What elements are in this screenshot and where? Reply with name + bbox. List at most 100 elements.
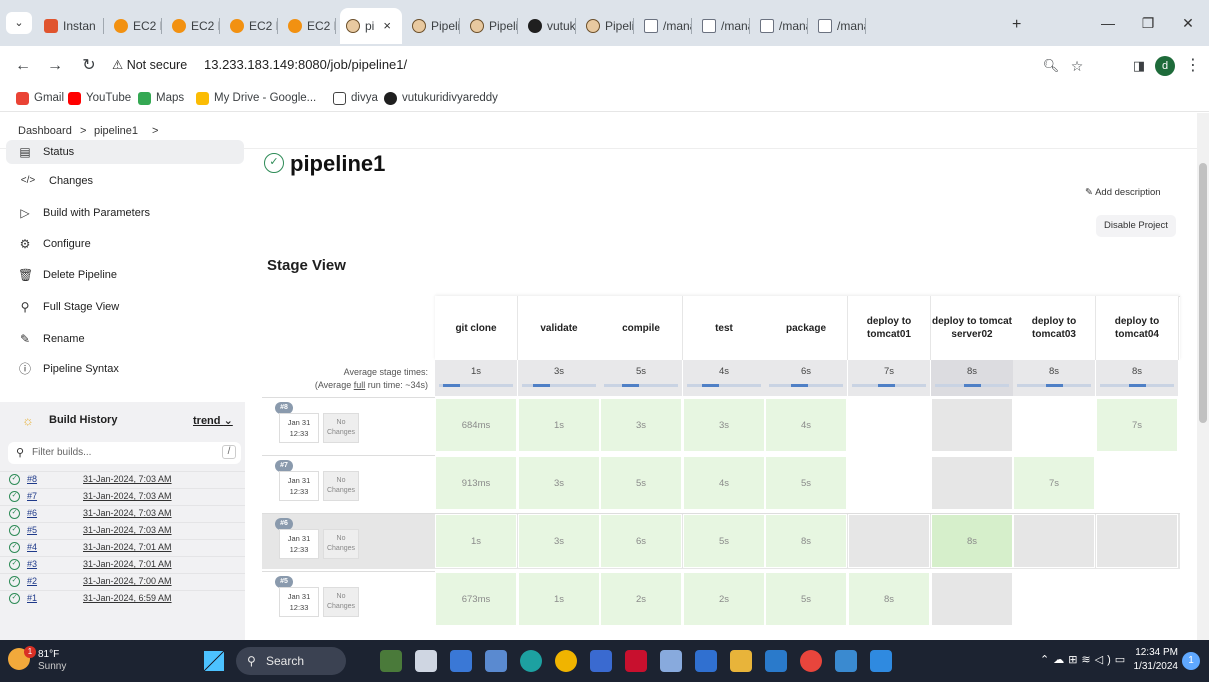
stage-cell-success[interactable]: 913ms xyxy=(435,456,517,510)
clock[interactable]: 12:34 PM 1/31/2024 xyxy=(1126,646,1179,674)
sidebar-item-configure[interactable]: ⚙ Configure xyxy=(18,233,91,255)
reload-button[interactable]: ↻ xyxy=(78,55,100,77)
bookmark-youtube[interactable]: YouTube xyxy=(68,88,131,108)
stage-cell-success[interactable]: 7s xyxy=(1013,456,1095,510)
stage-cell-success[interactable]: 3s xyxy=(518,456,600,510)
sidebar-item-pipeline-syntax[interactable]: ⓘ Pipeline Syntax xyxy=(18,358,119,380)
sidebar-item-full-stage-view[interactable]: ⚲ Full Stage View xyxy=(18,296,120,318)
browser-tab[interactable]: Pipeli xyxy=(580,8,634,44)
network-icon[interactable] xyxy=(590,650,612,672)
build-number-link[interactable]: #2 xyxy=(27,576,37,586)
bookmark-vutukuridivyareddy[interactable]: vutukuridivyareddy xyxy=(384,88,498,108)
weather-widget[interactable]: 81°F Sunny xyxy=(38,649,66,673)
stage-cell-success[interactable]: 1s xyxy=(518,572,600,626)
address-bar[interactable]: ⚠ Not secure 13.233.183.149:8080/job/pip… xyxy=(112,51,1090,79)
page-scrollbar[interactable] xyxy=(1197,113,1209,640)
edge-icon[interactable] xyxy=(520,650,542,672)
stage-cell-success[interactable]: 6s xyxy=(600,514,682,568)
browser-tab[interactable]: Pipeli xyxy=(406,8,460,44)
add-description-link[interactable]: ✎ Add description xyxy=(1085,187,1161,198)
build-date-link[interactable]: 31-Jan-2024, 7:03 AM xyxy=(83,491,172,501)
build-number-link[interactable]: #7 xyxy=(27,491,37,501)
breadcrumb-pipeline1[interactable]: pipeline1 xyxy=(94,125,138,137)
new-tab-button[interactable]: + xyxy=(1012,16,1021,34)
build-number-link[interactable]: #8 xyxy=(27,474,37,484)
mobaxterm-icon[interactable] xyxy=(765,650,787,672)
stage-cell-success[interactable]: 8s xyxy=(931,514,1013,568)
forward-button[interactable]: → xyxy=(44,55,66,77)
sidebar-item-delete-pipeline[interactable]: 🗑︎ Delete Pipeline xyxy=(18,264,117,286)
stage-cell-success[interactable]: 684ms xyxy=(435,398,517,452)
landscape-widget-icon[interactable] xyxy=(380,650,402,672)
build-date-link[interactable]: 31-Jan-2024, 6:59 AM xyxy=(83,593,172,603)
disable-project-button[interactable]: Disable Project xyxy=(1096,215,1176,237)
trend-link[interactable]: trend ⌄ xyxy=(193,414,233,427)
build-run-row[interactable]: #8 Jan 31 12:33 No Changes xyxy=(262,397,435,453)
notification-center[interactable]: 1 xyxy=(1182,652,1200,670)
browser-tab[interactable]: /mana xyxy=(638,8,692,44)
browser-tab[interactable]: EC2 Ir xyxy=(166,8,220,44)
build-date-link[interactable]: 31-Jan-2024, 7:03 AM xyxy=(83,508,172,518)
sidebar-item-build-with-parameters[interactable]: ▷ Build with Parameters xyxy=(18,202,150,224)
store-icon[interactable] xyxy=(695,650,717,672)
vscode-icon[interactable] xyxy=(870,650,892,672)
filter-builds-input[interactable]: ⚲ Filter builds... / xyxy=(8,442,241,464)
build-history-row[interactable]: ✓ #3 31-Jan-2024, 7:01 AM xyxy=(0,556,245,573)
chrome-canary-icon[interactable] xyxy=(555,650,577,672)
browser-tab[interactable]: Pipeli xyxy=(464,8,518,44)
browser-tab[interactable]: vutuk xyxy=(522,8,576,44)
build-history-row[interactable]: ✓ #7 31-Jan-2024, 7:03 AM xyxy=(0,488,245,505)
file-explorer-icon[interactable] xyxy=(415,650,437,672)
zoom-icon[interactable]: 🔍︎ xyxy=(1040,55,1062,77)
build-number-link[interactable]: #1 xyxy=(27,593,37,603)
tab-close-icon[interactable]: × xyxy=(383,8,391,44)
notepad-icon[interactable] xyxy=(660,650,682,672)
stage-cell-success[interactable]: 1s xyxy=(518,398,600,452)
close-window-button[interactable]: ✕ xyxy=(1170,10,1206,36)
build-date-link[interactable]: 31-Jan-2024, 7:00 AM xyxy=(83,576,172,586)
stage-cell-success[interactable]: 2s xyxy=(600,572,682,626)
stage-cell-success[interactable]: 4s xyxy=(683,456,765,510)
profile-avatar[interactable]: d xyxy=(1155,56,1175,76)
browser-tab[interactable]: pi × xyxy=(340,8,402,44)
build-history-row[interactable]: ✓ #5 31-Jan-2024, 7:03 AM xyxy=(0,522,245,539)
menu-kebab-icon[interactable]: ⋮ xyxy=(1182,55,1204,77)
bookmark-maps[interactable]: Maps xyxy=(138,88,184,108)
stage-cell-success[interactable]: 4s xyxy=(765,398,847,452)
build-run-row[interactable]: #5 Jan 31 12:33 No Changes xyxy=(262,571,435,627)
build-history-row[interactable]: ✓ #4 31-Jan-2024, 7:01 AM xyxy=(0,539,245,556)
breadcrumb-separator[interactable]: > xyxy=(152,125,158,137)
stage-cell-success[interactable]: 3s xyxy=(600,398,682,452)
stage-cell-success[interactable]: 5s xyxy=(765,572,847,626)
chrome-icon[interactable] xyxy=(800,650,822,672)
build-history-row[interactable]: ✓ #8 31-Jan-2024, 7:03 AM xyxy=(0,471,245,488)
minimize-button[interactable]: — xyxy=(1090,10,1126,36)
browser-tab[interactable]: EC2 Ir xyxy=(108,8,162,44)
stage-cell-success[interactable]: 5s xyxy=(683,514,765,568)
stage-cell-success[interactable]: 8s xyxy=(848,572,930,626)
stage-cell-success[interactable]: 2s xyxy=(683,572,765,626)
windows-start-icon[interactable] xyxy=(204,651,224,671)
build-date-link[interactable]: 31-Jan-2024, 7:03 AM xyxy=(83,525,172,535)
build-history-row[interactable]: ✓ #1 31-Jan-2024, 6:59 AM xyxy=(0,590,245,607)
bookmark-divya[interactable]: divya xyxy=(333,88,378,108)
stage-cell-success[interactable]: 1s xyxy=(435,514,517,568)
taskbar-search[interactable]: ⚲ Search xyxy=(236,647,346,675)
bookmark-my[interactable]: My Drive - Google... xyxy=(196,88,316,108)
browser-tab[interactable]: /mana xyxy=(696,8,750,44)
security-indicator[interactable]: ⚠ Not secure xyxy=(112,51,187,79)
build-number-link[interactable]: #3 xyxy=(27,559,37,569)
stage-cell-success[interactable]: 3s xyxy=(518,514,600,568)
build-date-link[interactable]: 31-Jan-2024, 7:03 AM xyxy=(83,474,172,484)
folder-icon[interactable] xyxy=(730,650,752,672)
browser-tab[interactable]: Instan xyxy=(38,8,104,44)
sidebar-item-rename[interactable]: ✎ Rename xyxy=(18,328,85,350)
stage-cell-success[interactable]: 8s xyxy=(765,514,847,568)
photos-icon[interactable] xyxy=(485,650,507,672)
mcafee-icon[interactable] xyxy=(625,650,647,672)
build-number-link[interactable]: #5 xyxy=(27,525,37,535)
browser-tab[interactable]: EC2 Ir xyxy=(282,8,336,44)
restore-button[interactable]: ❐ xyxy=(1130,10,1166,36)
browser-tab[interactable]: /mana xyxy=(812,8,866,44)
trend-label[interactable]: trend xyxy=(193,415,221,427)
